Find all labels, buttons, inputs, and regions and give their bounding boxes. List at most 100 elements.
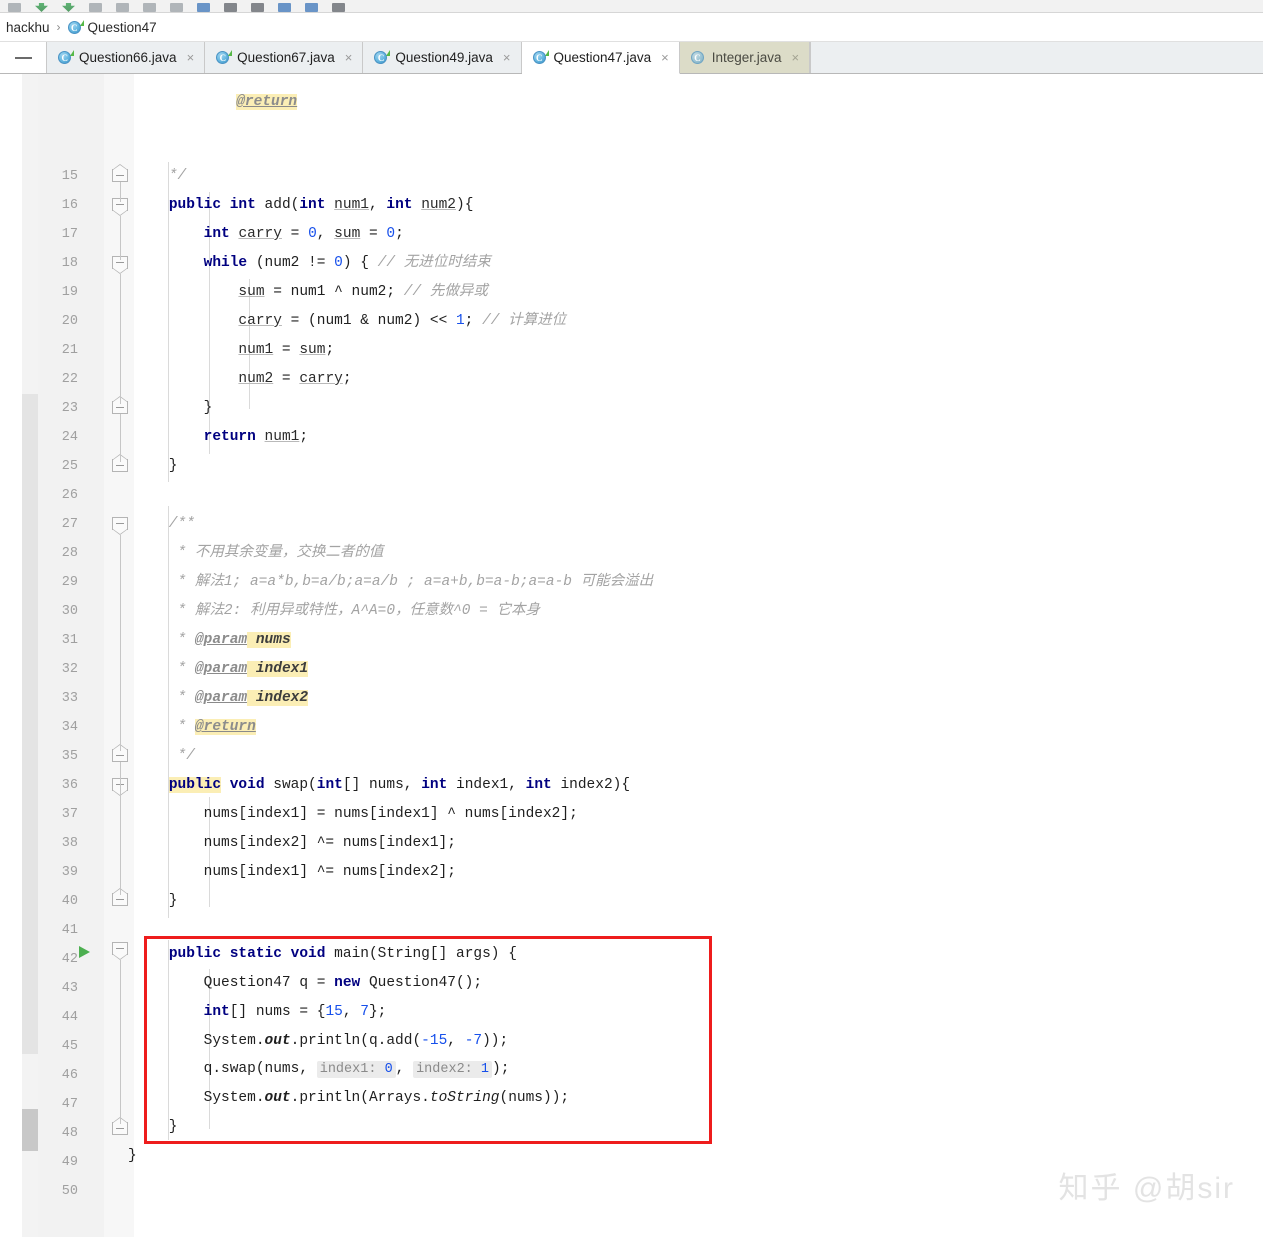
fold-connector xyxy=(120,216,121,260)
tab-question47[interactable]: C Question47.java × xyxy=(521,42,680,74)
step-over-icon[interactable] xyxy=(251,3,264,12)
java-class-icon: C xyxy=(374,50,391,65)
line-number: 27 xyxy=(61,517,78,532)
code-line-24: return num1; xyxy=(203,429,309,445)
code-line-23: } xyxy=(134,400,213,416)
breadcrumb-item-project[interactable]: hackhu xyxy=(6,20,50,35)
back-icon[interactable] xyxy=(8,3,21,12)
code-line-37: nums[index1] = nums[index1] ^ nums[index… xyxy=(134,806,578,822)
code-line-29: * 解法1; a=a*b,b=a/b;a=a/b ; a=a+b,b=a-b;a… xyxy=(134,568,654,597)
tab-question66[interactable]: C Question66.java × xyxy=(47,42,206,73)
line-number: 25 xyxy=(61,459,78,474)
settings-icon[interactable] xyxy=(224,3,237,12)
tab-label: Integer.java xyxy=(711,50,782,65)
coverage-icon[interactable] xyxy=(116,3,129,12)
close-icon[interactable]: × xyxy=(187,50,195,65)
code-fold-column[interactable] xyxy=(104,74,134,1237)
line-number: 42 xyxy=(61,952,78,967)
line-number: 45 xyxy=(61,1039,78,1054)
profile-icon[interactable] xyxy=(143,3,156,12)
run-gutter-icon[interactable] xyxy=(78,938,94,967)
code-line-21: num1 = sum; xyxy=(238,342,335,358)
watermark: 知乎 @胡sir xyxy=(1058,1172,1235,1205)
code-line-33: * @param index2 xyxy=(134,690,309,706)
tab-bar-filler xyxy=(810,42,1263,73)
code-line-19: sum = num1 ^ num2; // 先做异或 xyxy=(238,284,488,300)
run-icon[interactable] xyxy=(35,3,48,12)
code-line-36: public void swap(int[] nums, int index1,… xyxy=(168,777,631,793)
inline-comment: // 无进位时结束 xyxy=(377,255,491,271)
line-number: 47 xyxy=(61,1097,78,1112)
code-line-16: public int add(int num1, int num2){ xyxy=(168,197,474,213)
line-number: 32 xyxy=(61,662,78,677)
left-scrollbar[interactable] xyxy=(22,74,38,1237)
javadoc-tag: @return xyxy=(236,94,298,110)
line-number: 38 xyxy=(61,836,78,851)
hide-tabs-button[interactable] xyxy=(0,42,47,73)
java-class-icon: C xyxy=(67,19,84,35)
code-line-45: System.out.println(q.add(-15, -7)); xyxy=(134,1033,509,1049)
stop-icon[interactable] xyxy=(89,3,102,12)
line-number: 46 xyxy=(61,1068,78,1083)
line-number: 39 xyxy=(61,865,78,880)
javadoc-text: * 不用其余变量，交换二者的值 xyxy=(177,545,384,561)
javadoc-tag: @param xyxy=(194,690,248,706)
resume-icon[interactable] xyxy=(278,3,291,12)
debug-icon[interactable] xyxy=(62,3,75,12)
line-number: 33 xyxy=(61,691,78,706)
code-line-32: * @param index1 xyxy=(134,661,309,677)
code-line-48: } xyxy=(134,1119,178,1135)
mute-icon[interactable] xyxy=(305,3,318,12)
java-class-icon: C xyxy=(216,50,233,65)
code-line-38: nums[index2] ^= nums[index1]; xyxy=(134,835,456,851)
search-icon[interactable] xyxy=(197,3,210,12)
scrollbar-thumb[interactable] xyxy=(22,394,38,1054)
line-number: 26 xyxy=(61,488,78,503)
line-number: 21 xyxy=(61,343,78,358)
close-icon[interactable]: × xyxy=(503,50,511,65)
main-toolbar[interactable] xyxy=(0,0,1263,13)
line-number: 50 xyxy=(61,1184,78,1199)
tab-question49[interactable]: C Question49.java × xyxy=(363,42,522,73)
code-text-area[interactable]: @return */ public int add(int num1, int … xyxy=(128,74,1263,1237)
tab-question67[interactable]: C Question67.java × xyxy=(205,42,364,73)
fold-connector xyxy=(120,535,121,751)
tab-integer[interactable]: C Integer.java × xyxy=(679,42,811,73)
line-number: 31 xyxy=(61,633,78,648)
line-number: 37 xyxy=(61,807,78,822)
code-line-34: * @return xyxy=(134,719,256,735)
breadcrumb-item-class[interactable]: C Question47 xyxy=(67,19,157,35)
line-number: 49 xyxy=(61,1155,78,1170)
javadoc-param-name: index1 xyxy=(255,661,309,677)
close-icon[interactable]: × xyxy=(345,50,353,65)
line-number: 43 xyxy=(61,981,78,996)
line-number: 28 xyxy=(61,546,78,561)
javadoc-text: * 解法1; a=a*b,b=a/b;a=a/b ; a=a+b,b=a-b;a… xyxy=(177,574,654,590)
line-number: 41 xyxy=(61,923,78,938)
line-number: 48 xyxy=(61,1126,78,1141)
code-line-44: int[] nums = {15, 7}; xyxy=(203,1004,387,1020)
breadcrumb-separator: › xyxy=(56,20,61,34)
tab-label: Question49.java xyxy=(395,50,493,65)
line-number: 15 xyxy=(61,169,78,184)
javadoc-text: * 解法2: 利用异或特性，A^A=0，任意数^0 = 它本身 xyxy=(177,603,541,619)
param-hint-index1: index1: 0 xyxy=(316,1061,396,1078)
scrollbar-thumb-dark[interactable] xyxy=(22,1109,38,1151)
fold-handle-line48[interactable] xyxy=(112,1117,129,1139)
fold-handle-line27[interactable] xyxy=(112,517,129,535)
fold-handle-line40[interactable] xyxy=(112,888,129,910)
sync-icon[interactable] xyxy=(170,3,183,12)
tab-label: Question67.java xyxy=(237,50,335,65)
line-number: 23 xyxy=(61,401,78,416)
close-icon[interactable]: × xyxy=(792,50,800,65)
code-line-47: System.out.println(Arrays.toString(nums)… xyxy=(134,1090,570,1106)
minus-icon xyxy=(14,56,32,59)
code-line-43: Question47 q = new Question47(); xyxy=(134,975,483,991)
code-line-27: /** xyxy=(134,516,195,532)
save-icon[interactable] xyxy=(332,3,345,12)
fold-handle-line42[interactable] xyxy=(112,942,129,960)
line-number: 16 xyxy=(61,198,78,213)
code-editor[interactable]: 15 16 17 18 19 20 21 22 23 24 25 26 27 28 29 30 31 32 33 34… xyxy=(0,74,1263,1237)
close-icon[interactable]: × xyxy=(661,50,669,65)
line-number: 34 xyxy=(61,720,78,735)
